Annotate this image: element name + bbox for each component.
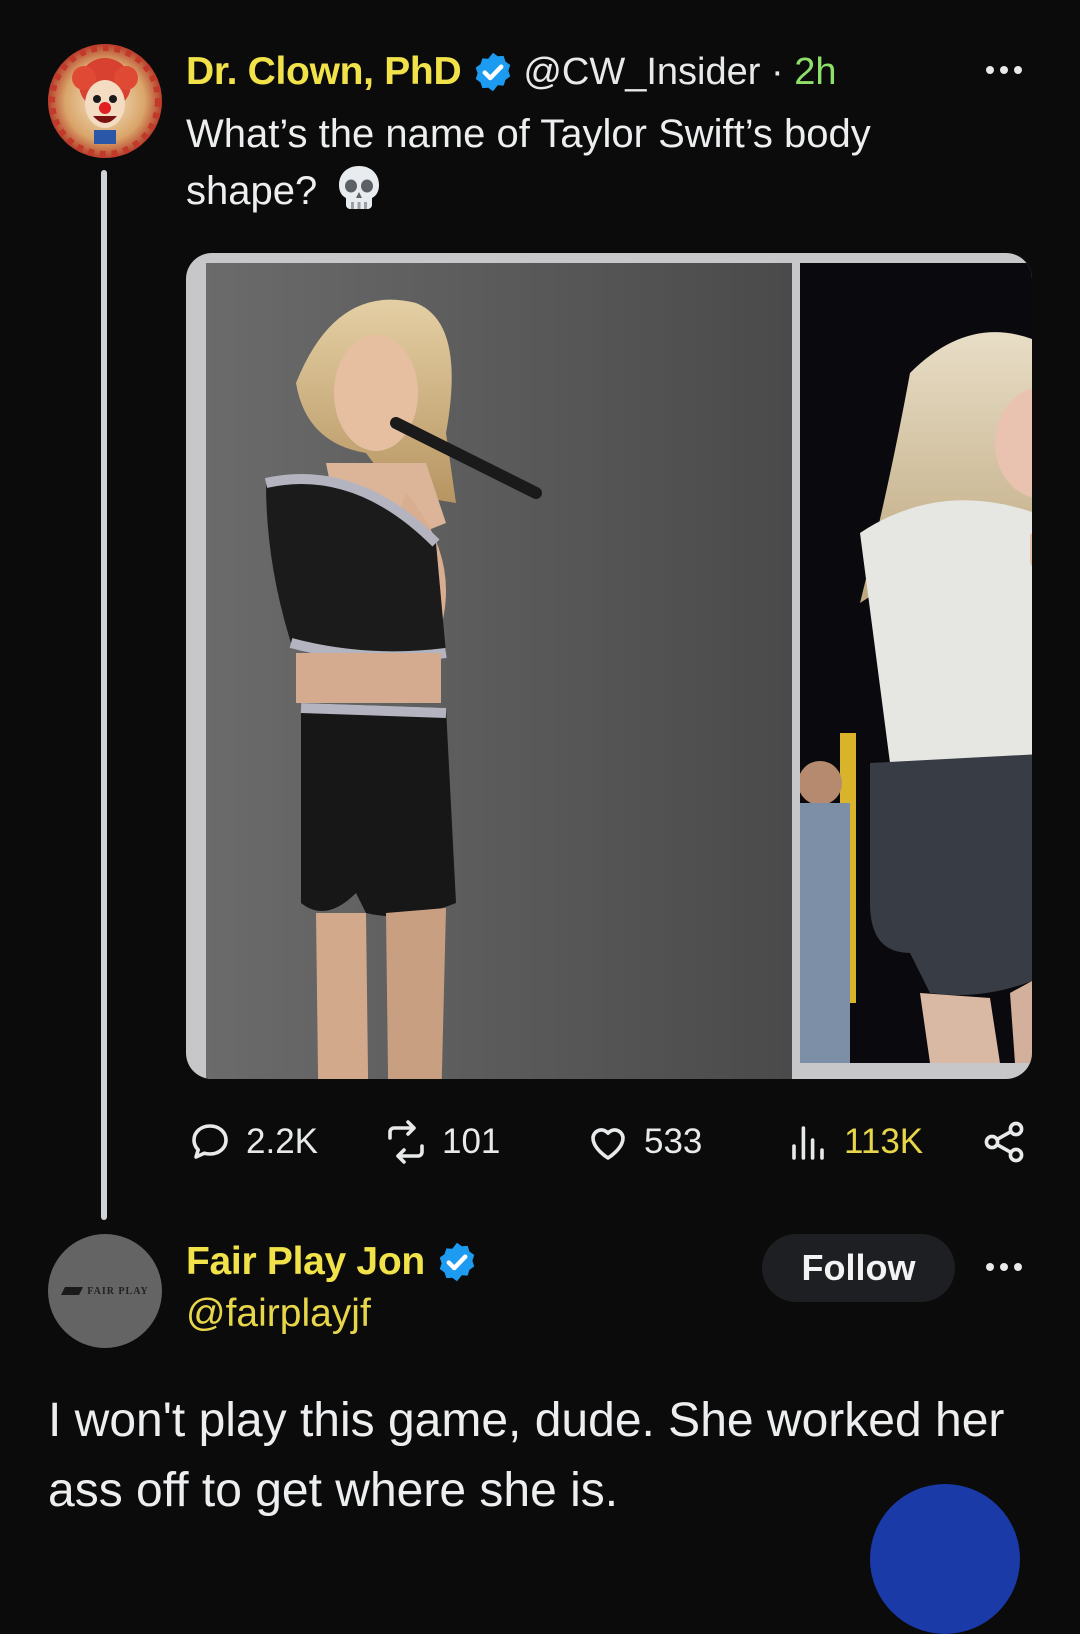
clown-avatar-image — [48, 44, 162, 158]
tweet-text: What’s the name of Taylor Swift’s body s… — [186, 106, 1006, 220]
like-count: 533 — [644, 1122, 703, 1161]
follow-button[interactable]: Follow — [762, 1234, 955, 1302]
performer-black-outfit-photo[interactable] — [206, 263, 792, 1079]
reply-icon — [192, 1124, 228, 1159]
reply-count: 2.2K — [246, 1122, 318, 1161]
heart-icon — [591, 1128, 625, 1160]
share-icon — [984, 1121, 1024, 1163]
retweet-count: 101 — [442, 1122, 501, 1161]
reply-author-handle[interactable]: @fairplayjf — [186, 1292, 371, 1336]
more-options-icon[interactable] — [986, 1263, 1022, 1271]
analytics-icon — [792, 1126, 824, 1160]
verified-badge-icon — [476, 52, 511, 92]
tweet-header: Dr. Clown, PhD @CW_Insider · 2h — [186, 44, 836, 100]
reply-text: I won't play this game, dude. She worked… — [48, 1394, 1005, 1517]
like-button[interactable]: 533 — [584, 1112, 702, 1172]
tweet-actions: 2.2K 101 533 113K — [186, 1112, 1032, 1172]
retweet-button[interactable]: 101 — [382, 1112, 500, 1172]
time-separator: · — [760, 50, 795, 93]
compose-fab-button[interactable] — [870, 1484, 1020, 1634]
author-handle[interactable]: @CW_Insider — [523, 51, 760, 93]
reply-header: Fair Play Jon — [186, 1234, 487, 1290]
verified-badge-icon — [439, 1242, 475, 1282]
retweet-icon — [388, 1120, 424, 1164]
reply-button[interactable]: 2.2K — [186, 1112, 318, 1172]
tweet-media[interactable] — [186, 253, 1032, 1079]
author-avatar[interactable] — [48, 44, 162, 158]
fair-play-logo: FAIR PLAY — [61, 1286, 149, 1297]
avatar-brand-text: FAIR PLAY — [87, 1285, 149, 1297]
skull-icon — [339, 166, 380, 209]
more-options-icon[interactable] — [986, 66, 1022, 74]
logo-stripe-icon — [61, 1287, 84, 1295]
author-display-name[interactable]: Dr. Clown, PhD — [186, 50, 462, 94]
view-count: 113K — [844, 1122, 924, 1161]
views-button[interactable]: 113K — [784, 1112, 923, 1172]
thread-line — [101, 170, 107, 1220]
reply-author-avatar[interactable]: FAIR PLAY — [48, 1234, 162, 1348]
share-button[interactable] — [980, 1112, 1028, 1172]
tweet-timestamp[interactable]: 2h — [794, 51, 836, 93]
performer-white-shirt-photo[interactable] — [800, 263, 1032, 1063]
tweet-body: What’s the name of Taylor Swift’s body s… — [186, 112, 871, 213]
reply-author-name[interactable]: Fair Play Jon — [186, 1240, 425, 1284]
